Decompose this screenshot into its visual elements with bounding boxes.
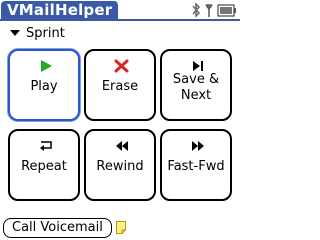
x-icon — [114, 59, 129, 73]
signal-icon — [205, 4, 213, 17]
carrier-selector[interactable]: Sprint — [10, 25, 65, 43]
save-next-line2: Next — [180, 88, 212, 103]
save-next-label: Save & Next — [162, 72, 230, 104]
skip-next-icon — [193, 61, 203, 71]
carrier-label: Sprint — [26, 26, 65, 41]
fast-forward-button[interactable]: Fast-Fwd — [160, 129, 232, 201]
repeat-label: Repeat — [21, 159, 67, 174]
erase-button[interactable]: Erase — [84, 49, 156, 121]
repeat-button[interactable]: Repeat — [8, 129, 80, 201]
app-title[interactable]: VMailHelper — [1, 1, 119, 20]
play-button[interactable]: Play — [8, 49, 80, 121]
fast-forward-label: Fast-Fwd — [167, 159, 225, 174]
erase-label: Erase — [101, 79, 139, 94]
play-icon — [41, 60, 52, 72]
bluetooth-icon[interactable] — [190, 2, 202, 18]
dropdown-triangle-icon — [10, 29, 20, 36]
save-next-button[interactable]: Save & Next — [160, 49, 232, 121]
battery-icon[interactable] — [217, 2, 237, 18]
title-underline — [0, 19, 240, 21]
rewind-icon — [116, 141, 128, 151]
save-next-line1: Save & — [172, 72, 220, 87]
return-arrow-icon — [40, 141, 52, 151]
note-icon[interactable] — [116, 221, 126, 234]
play-label: Play — [30, 79, 58, 94]
fast-forward-icon — [192, 141, 204, 151]
rewind-button[interactable]: Rewind — [84, 129, 156, 201]
title-bar: VMailHelper — [0, 0, 240, 22]
call-voicemail-button[interactable]: Call Voicemail — [3, 218, 112, 238]
rewind-label: Rewind — [96, 159, 144, 174]
